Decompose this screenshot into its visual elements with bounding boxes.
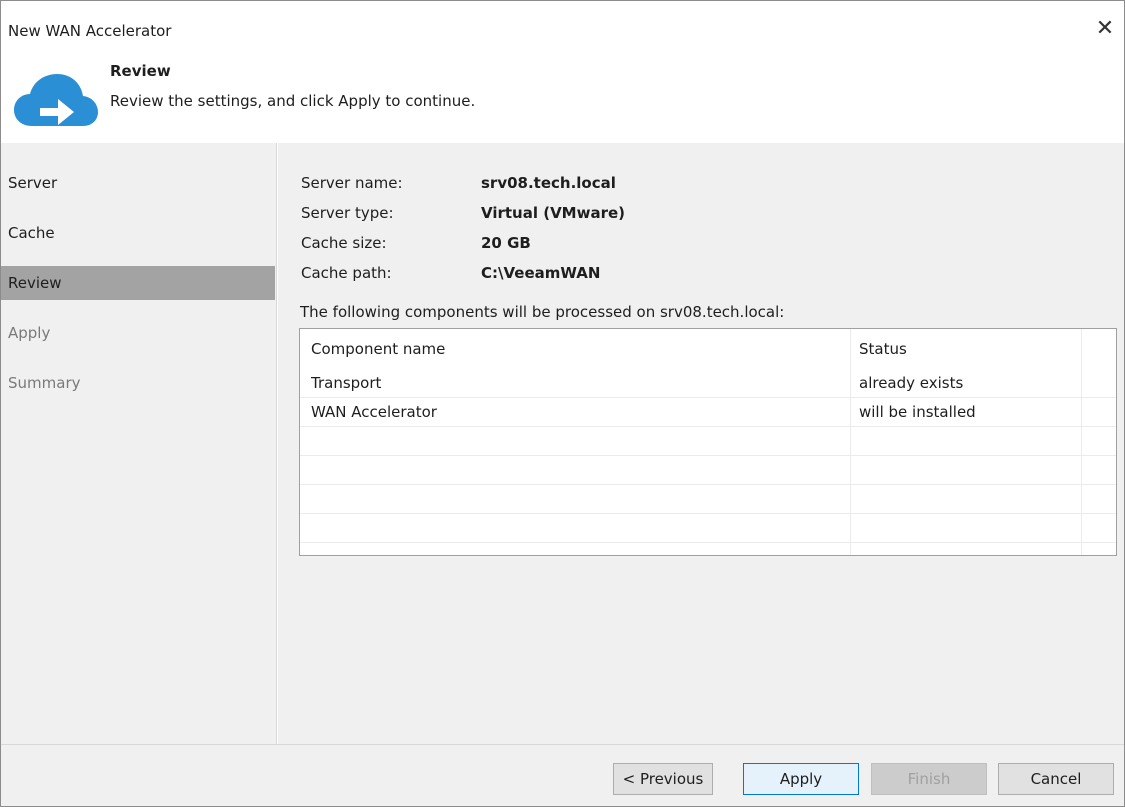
window-title: New WAN Accelerator <box>8 22 172 40</box>
cloud-arrow-icon <box>14 74 98 126</box>
server-name-label: Server name: <box>301 174 403 192</box>
cache-path-label: Cache path: <box>301 264 392 282</box>
empty-table-row <box>300 514 1116 543</box>
cache-path-value: C:\VeeamWAN <box>481 264 601 282</box>
nav-step-review[interactable]: Review <box>1 266 275 300</box>
server-name-value: srv08.tech.local <box>481 174 616 192</box>
apply-button[interactable]: Apply <box>743 763 859 795</box>
wizard-steps-nav: Server Cache Review Apply Summary <box>1 143 277 744</box>
row-component-name: WAN Accelerator <box>300 398 851 426</box>
table-row[interactable]: WAN Accelerator will be installed <box>300 398 1116 427</box>
server-type-label: Server type: <box>301 204 394 222</box>
title-bar: New WAN Accelerator ✕ <box>1 1 1124 47</box>
cancel-button[interactable]: Cancel <box>998 763 1114 795</box>
table-row[interactable]: Transport already exists <box>300 369 1116 398</box>
empty-table-row <box>300 427 1116 456</box>
row-status: will be installed <box>851 398 1082 426</box>
components-table[interactable]: Component name Status Transport already … <box>299 328 1117 556</box>
empty-table-row <box>300 543 1116 555</box>
nav-step-cache[interactable]: Cache <box>1 216 275 250</box>
cache-size-value: 20 GB <box>481 234 531 252</box>
server-type-value: Virtual (VMware) <box>481 204 626 222</box>
cache-size-label: Cache size: <box>301 234 387 252</box>
review-panel: Server name: srv08.tech.local Server typ… <box>278 143 1124 744</box>
previous-button[interactable]: < Previous <box>613 763 713 795</box>
empty-table-row <box>300 485 1116 514</box>
empty-table-row <box>300 456 1116 485</box>
nav-step-apply: Apply <box>8 324 51 342</box>
nav-step-server[interactable]: Server <box>1 166 275 200</box>
nav-step-summary: Summary <box>8 374 81 392</box>
step-title: Review <box>110 62 171 80</box>
wizard-footer: < Previous Apply Finish Cancel <box>1 744 1124 806</box>
column-header-component[interactable]: Component name <box>300 329 851 369</box>
row-component-name: Transport <box>300 369 851 397</box>
wizard-window: New WAN Accelerator ✕ Review Review the … <box>0 0 1125 807</box>
finish-button: Finish <box>871 763 987 795</box>
row-status: already exists <box>851 369 1082 397</box>
components-caption: The following components will be process… <box>300 303 785 321</box>
column-header-status[interactable]: Status <box>851 329 1082 369</box>
close-icon[interactable]: ✕ <box>1092 17 1118 43</box>
table-header: Component name Status <box>300 329 1116 369</box>
wizard-header: Review Review the settings, and click Ap… <box>1 47 1124 143</box>
step-description: Review the settings, and click Apply to … <box>110 92 476 110</box>
